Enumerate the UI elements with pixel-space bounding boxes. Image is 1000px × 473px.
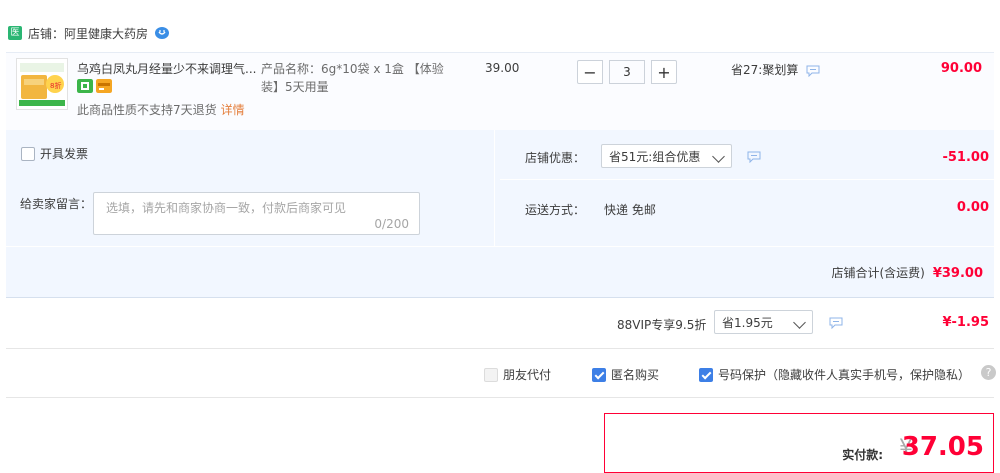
- service-badges: [77, 79, 112, 93]
- left-divider: [6, 179, 494, 180]
- unit-price: 39.00: [485, 61, 520, 75]
- item-spec: 产品名称：6g*10袋 x 1盒 【体验装】5天用量: [261, 62, 444, 94]
- comment-icon[interactable]: [806, 65, 820, 77]
- separator-line: [6, 397, 994, 398]
- panel-column-divider: [494, 130, 495, 246]
- store-discount-label: 店铺优惠：: [525, 151, 586, 165]
- thumbnail-discount-text: 8折: [50, 81, 61, 90]
- chat-bubble-icon[interactable]: [154, 26, 170, 40]
- vip-discount-label: 88VIP专享9.5折: [617, 318, 707, 332]
- shipping-method: 快递 免邮: [604, 203, 656, 217]
- comment-icon[interactable]: [829, 317, 843, 329]
- decrease-quantity-button[interactable]: −: [577, 60, 603, 84]
- store-total-amount: ¥39.00: [932, 266, 983, 281]
- buyer-message-field[interactable]: 选填，请先和商家协商一致，付款后商家可见 0/200: [93, 192, 420, 235]
- store-total: 店铺合计(含运费) ¥39.00: [831, 264, 983, 281]
- card-payment-badge-icon: [96, 79, 112, 93]
- number-protection-label: 号码保护（隐藏收件人真实手机号，保护隐私）: [718, 368, 971, 382]
- anonymous-purchase-checkbox[interactable]: [592, 367, 606, 382]
- invoice-checkbox[interactable]: [21, 146, 35, 161]
- store-total-label: 店铺合计(含运费): [831, 266, 925, 280]
- summary-divider: [6, 246, 994, 247]
- character-counter: 0/200: [374, 217, 409, 231]
- anonymous-purchase-label: 匿名购买: [611, 368, 660, 382]
- no-return-text: 此商品性质不支持7天退货: [77, 103, 217, 117]
- shipping-label: 运送方式：: [525, 203, 586, 217]
- item-title[interactable]: 乌鸡白凤丸月经量少不来调理气...: [77, 60, 257, 77]
- friend-pay-label: 朋友代付: [503, 368, 552, 382]
- help-icon[interactable]: ?: [981, 365, 996, 380]
- store-name[interactable]: 店铺：阿里健康大药房: [28, 25, 148, 42]
- cart-item-row: 8折 乌鸡白凤丸月经量少不来调理气... 此商品性质不支持7天退货 详情 产品名称…: [6, 52, 994, 131]
- friend-pay-option[interactable]: 朋友代付: [484, 366, 551, 383]
- pharmacy-badge-icon: 医: [8, 26, 22, 40]
- no-return-note: 此商品性质不支持7天退货 详情: [77, 101, 245, 118]
- vip-discount-amount: ¥-1.95: [942, 315, 989, 330]
- buyer-message-placeholder: 选填，请先和商家协商一致，付款后商家可见: [106, 201, 347, 215]
- payment-label: 实付款:: [842, 448, 883, 462]
- number-protection-checkbox[interactable]: [699, 367, 713, 382]
- item-row-total: 90.00: [940, 61, 982, 76]
- buyer-message-label: 给卖家留言：: [20, 197, 93, 211]
- shipping-amount: 0.00: [956, 200, 989, 215]
- invoice-option[interactable]: 开具发票: [21, 145, 88, 162]
- increase-quantity-button[interactable]: +: [651, 60, 677, 84]
- details-link[interactable]: 详情: [221, 103, 245, 117]
- store-discount-selected: 省51元:组合优惠: [609, 149, 701, 164]
- chevron-down-icon: [712, 150, 725, 163]
- product-thumbnail[interactable]: 8折: [16, 58, 68, 110]
- vip-discount-select[interactable]: 省1.95元: [714, 310, 813, 334]
- anonymous-purchase-option[interactable]: 匿名购买: [592, 366, 659, 383]
- store-discount-select[interactable]: 省51元:组合优惠: [601, 144, 732, 168]
- store-header: 医 店铺：阿里健康大药房: [8, 24, 170, 42]
- payment-summary-box: 实付款: ¥ 37.05: [604, 413, 994, 473]
- chevron-down-icon: [793, 316, 806, 329]
- invoice-label: 开具发票: [40, 147, 89, 161]
- vip-discount-selected: 省1.95元: [722, 315, 773, 330]
- separator-line: [6, 348, 994, 349]
- store-discount-amount: -51.00: [942, 150, 989, 165]
- promotion-savings: 省27:聚划算: [731, 61, 820, 78]
- promotion-savings-label: 省27:聚划算: [731, 63, 799, 77]
- guarantee-badge-icon: [77, 79, 93, 93]
- quantity-stepper: − 3 +: [577, 60, 677, 84]
- friend-pay-checkbox[interactable]: [484, 367, 498, 382]
- right-divider: [500, 179, 994, 180]
- number-protection-option[interactable]: 号码保护（隐藏收件人真实手机号，保护隐私）: [699, 366, 970, 383]
- product-image-icon: 8折: [17, 59, 67, 109]
- quantity-input[interactable]: 3: [609, 60, 645, 84]
- payment-amount: 37.05: [901, 432, 984, 462]
- comment-icon[interactable]: [747, 151, 761, 163]
